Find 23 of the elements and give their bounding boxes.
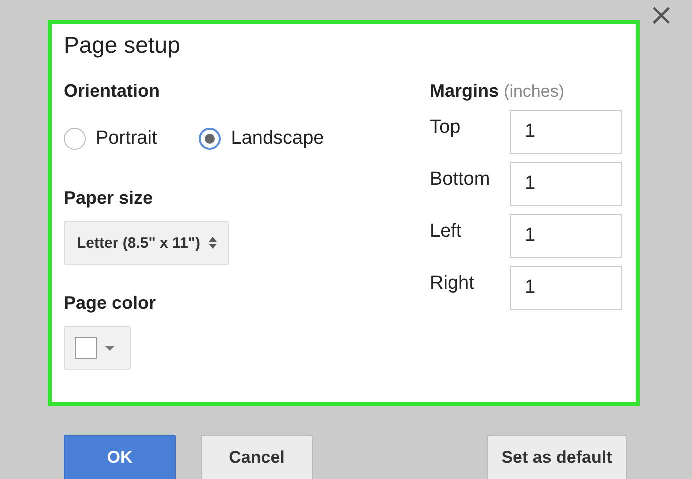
dialog-title: Page setup xyxy=(64,32,182,59)
field-label: Left xyxy=(430,221,463,243)
margin-input[interactable]: 1 xyxy=(510,266,622,310)
margin-input[interactable]: 1 xyxy=(510,162,622,206)
paper-size-select[interactable]: Letter (8.5" x 11") xyxy=(64,221,230,265)
close-button[interactable]: × xyxy=(645,0,678,32)
dialog-button[interactable]: Cancel xyxy=(201,435,313,479)
margin-input[interactable]: 1 xyxy=(510,214,622,258)
dialog-button[interactable]: Set as default xyxy=(487,435,627,479)
field-label: Bottom xyxy=(430,169,492,191)
radio-option[interactable]: Portrait xyxy=(64,128,158,150)
caret-icon xyxy=(105,346,115,350)
field-label: Top xyxy=(430,117,462,139)
section-heading: Page color xyxy=(64,293,158,314)
section-heading: Paper size xyxy=(64,188,154,209)
margins-heading: Margins (inches) xyxy=(430,81,566,102)
dialog-button[interactable]: OK xyxy=(64,435,176,479)
margin-input[interactable]: 1 xyxy=(510,110,622,154)
radio-option[interactable]: Landscape xyxy=(199,128,324,150)
color-picker-button[interactable] xyxy=(64,326,131,370)
field-label: Right xyxy=(430,273,476,295)
updown-icon xyxy=(208,236,218,250)
section-heading: Orientation xyxy=(64,81,162,102)
